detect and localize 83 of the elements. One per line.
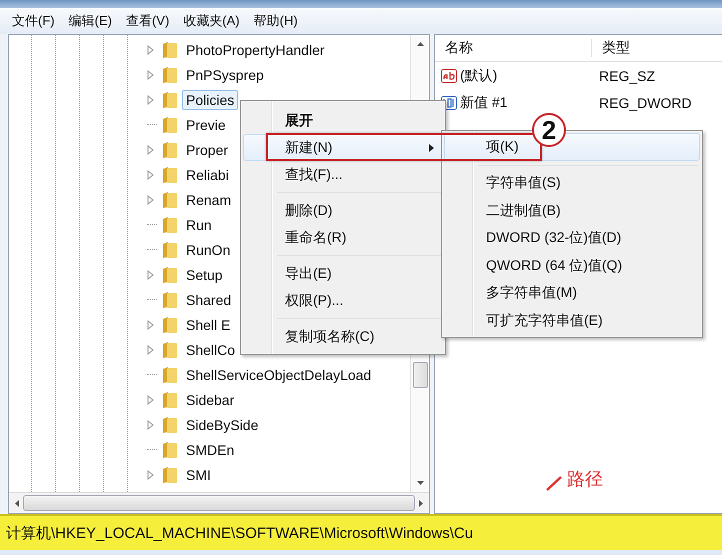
menu-item[interactable]: 收藏夹(A) [183,12,240,30]
menu-item[interactable]: 文件(F) [12,12,55,30]
folder-icon [161,466,178,484]
expand-arrow-icon[interactable] [147,44,154,54]
menu-item[interactable]: 重命名(R) [243,224,443,251]
scroll-thumb[interactable] [412,362,428,388]
string-value-icon [441,68,457,82]
expand-arrow-icon[interactable] [147,194,154,204]
expand-arrow-icon[interactable] [147,170,154,180]
scroll-up-icon[interactable] [416,42,424,46]
expand-arrow-icon[interactable] [147,94,154,104]
tree-item[interactable]: Reliabi [182,164,233,184]
menu-item[interactable]: 删除(D) [243,197,443,224]
folder-icon [161,440,178,458]
folder-icon [161,116,178,134]
folder-icon [161,316,178,334]
expand-arrow-icon[interactable] [147,344,154,354]
value-name[interactable]: 新值 #1 [460,94,508,112]
menu-item[interactable]: QWORD (64 位)值(Q) [444,252,700,280]
menu-item[interactable]: 导出(E) [243,260,443,287]
tree-item[interactable]: SideBySide [182,414,262,434]
folder-icon [161,90,178,108]
tree-item[interactable]: Run [182,214,216,234]
folder-icon [161,166,178,184]
value-type: REG_SZ [598,68,656,84]
folder-icon [161,240,178,258]
tree-item[interactable]: Policies [182,90,238,110]
folder-icon [161,216,178,234]
tree-item[interactable]: SMDEn [182,440,238,460]
expand-arrow-icon[interactable] [147,70,154,80]
tree-item[interactable]: RunOn [182,240,234,260]
column-header[interactable]: 类型 [592,39,722,57]
menu-item[interactable]: 权限(P)... [243,287,443,314]
folder-icon [161,266,178,284]
value-name[interactable]: (默认) [460,66,498,84]
scroll-left-icon[interactable] [15,500,19,506]
menu-item[interactable]: 多字符串值(M) [444,280,700,307]
menu-item[interactable]: 复制项名称(C) [243,323,443,350]
value-type: REG_DWORD [598,94,692,110]
menu-item[interactable]: 查看(V) [126,12,170,30]
tree-item[interactable]: PhotoPropertyHandler [182,40,329,60]
tree-item[interactable]: Shared [182,290,236,310]
menu-item[interactable]: 编辑(E) [68,12,112,30]
expand-arrow-icon[interactable] [147,394,154,404]
folder-icon [161,366,178,384]
folder-icon [161,140,178,158]
tree-item[interactable]: Proper [182,140,232,160]
expand-arrow-icon[interactable] [147,470,154,480]
tree-item[interactable]: Setup [182,264,227,284]
scroll-right-icon[interactable] [419,500,423,506]
expand-arrow-icon[interactable] [147,320,154,330]
tree-item[interactable]: PnPSysprep [182,64,268,84]
tree-item[interactable]: ShellServiceObjectDelayLoad [182,364,376,384]
folder-icon [161,290,178,308]
tree-item[interactable]: Previe [182,114,230,134]
tree-item[interactable]: ShellCo [182,340,240,360]
folder-icon [161,190,178,208]
tree-item[interactable]: SMI [182,464,215,484]
menu-item[interactable]: 帮助(H) [254,12,298,30]
folder-icon [161,340,178,358]
expand-arrow-icon[interactable] [147,420,154,430]
menu-item[interactable]: 二进制值(B) [444,197,700,224]
folder-icon [161,416,178,434]
expand-arrow-icon[interactable] [147,144,154,154]
folder-icon [161,66,178,84]
expand-arrow-icon[interactable] [147,270,154,280]
menu-item[interactable]: 展开 [243,107,443,134]
column-header[interactable]: 名称 [435,39,592,57]
tree-item[interactable]: Shell E [182,314,234,334]
scroll-thumb[interactable] [23,495,415,511]
menu-item[interactable]: DWORD (32-位)值(D) [444,224,700,252]
menu-item[interactable]: 可扩充字符串值(E) [444,307,700,334]
folder-icon [161,390,178,408]
tree-item[interactable]: Renam [182,190,236,210]
scroll-down-icon[interactable] [416,481,424,485]
annotation-label: 路径 [567,468,603,491]
horizontal-scrollbar[interactable] [9,492,429,513]
registry-path: 计算机\HKEY_LOCAL_MACHINE\SOFTWARE\Microsoft\Windows\Cu [6,524,474,542]
menu-item[interactable]: 字符串值(S) [444,170,700,197]
folder-icon [161,40,178,58]
menu-item[interactable]: 查找(F)... [243,161,443,188]
tree-item[interactable]: Sidebar [182,390,238,410]
submenu-arrow-icon [429,144,434,152]
